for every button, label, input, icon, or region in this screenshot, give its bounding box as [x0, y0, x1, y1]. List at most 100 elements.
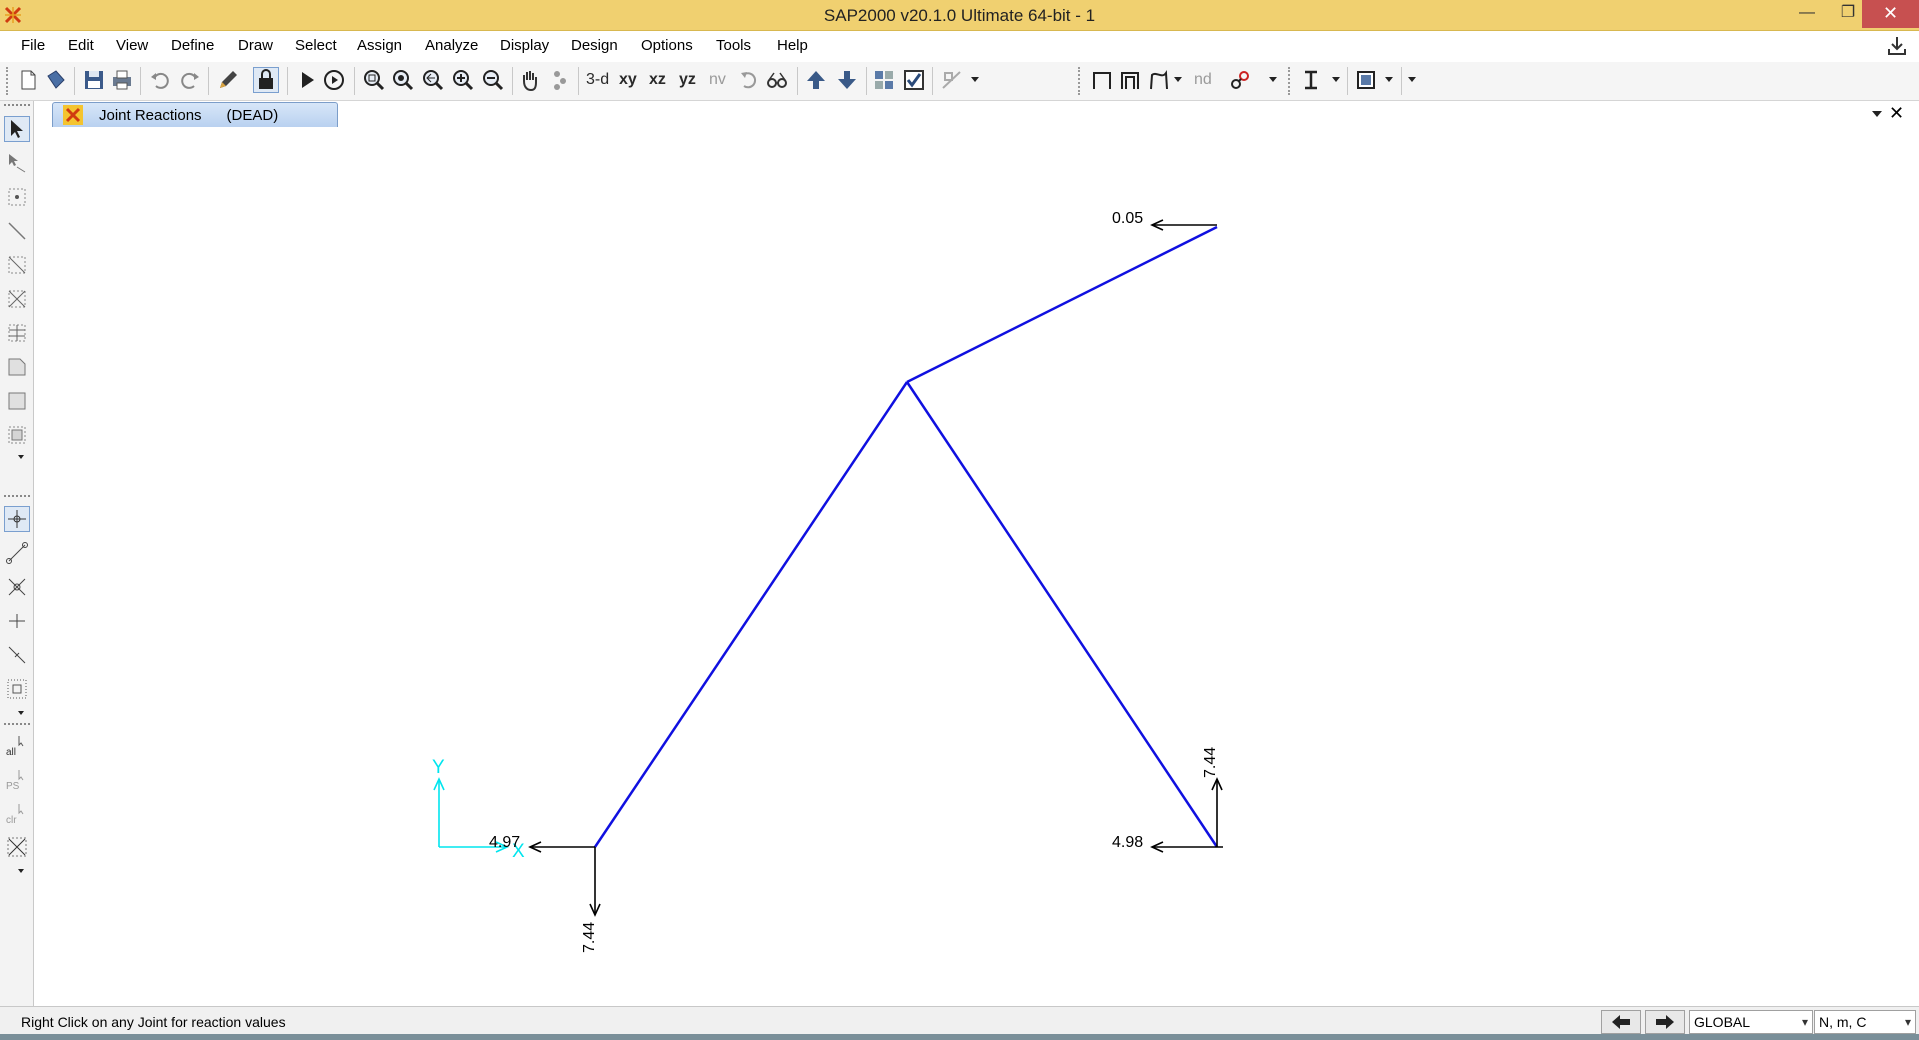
menu-help[interactable]: Help — [777, 37, 808, 54]
show-undeformed-icon[interactable] — [1090, 68, 1114, 92]
view-nv-button[interactable]: nv — [709, 71, 726, 89]
draw-tools-dropdown[interactable] — [18, 455, 24, 459]
edit-pencil-icon[interactable] — [216, 68, 240, 92]
pointer-select-icon[interactable] — [4, 116, 30, 142]
toolbar-grip[interactable] — [4, 495, 30, 497]
minimize-button[interactable]: — — [1787, 0, 1827, 28]
show-forces-dropdown[interactable] — [971, 77, 979, 82]
rotate-view-icon[interactable] — [737, 68, 761, 92]
redo-icon[interactable] — [178, 68, 202, 92]
snap-to-perpendicular-icon[interactable] — [5, 609, 29, 633]
show-forces-icon[interactable] — [940, 68, 964, 92]
snap-to-fine-grid-icon[interactable] — [5, 677, 29, 701]
show-deformed-icon[interactable] — [1118, 68, 1142, 92]
section-cut-icon[interactable] — [1299, 68, 1323, 92]
restore-full-view-icon[interactable] — [391, 68, 415, 92]
menu-analyze[interactable]: Analyze — [425, 37, 478, 54]
rotate-3d-icon[interactable] — [548, 68, 572, 92]
draw-frame-icon[interactable] — [5, 219, 29, 243]
toolbar-grip[interactable] — [6, 67, 11, 95]
frame-top-member[interactable] — [906, 225, 1218, 384]
open-icon[interactable] — [44, 68, 68, 92]
menu-edit[interactable]: Edit — [68, 37, 94, 54]
perspective-icon[interactable] — [765, 68, 789, 92]
window-title: SAP2000 v20.1.0 Ultimate 64-bit - 1 — [823, 6, 1096, 25]
move-down-icon[interactable] — [835, 68, 859, 92]
menu-options[interactable]: Options — [641, 37, 693, 54]
select-all-icon[interactable]: all — [5, 733, 29, 757]
model-view-canvas[interactable]: Y X 4.97 7.44 4.98 7.44 0.05 — [34, 127, 1919, 1006]
menu-draw[interactable]: Draw — [238, 37, 273, 54]
snap-to-lines-icon[interactable] — [5, 643, 29, 667]
select-tools-dropdown[interactable] — [18, 869, 24, 873]
view-yz-button[interactable]: yz — [679, 71, 696, 89]
toolbar-grip[interactable] — [4, 723, 30, 725]
quick-draw-secondary-beams-icon[interactable] — [5, 321, 29, 345]
lock-icon[interactable] — [253, 67, 279, 93]
draw-rectangular-area-icon[interactable] — [5, 389, 29, 413]
undo-icon[interactable] — [148, 68, 172, 92]
tab-joint-reactions[interactable]: Joint Reactions (DEAD) — [52, 102, 338, 127]
previous-select-icon[interactable]: PS — [5, 767, 29, 791]
menu-display[interactable]: Display — [500, 37, 549, 54]
menu-view[interactable]: View — [116, 37, 148, 54]
zoom-in-icon[interactable] — [451, 68, 475, 92]
frame-right-rafter[interactable] — [905, 381, 1219, 848]
view-xz-button[interactable]: xz — [649, 71, 666, 89]
run-animation-icon[interactable] — [322, 68, 346, 92]
zoom-out-icon[interactable] — [481, 68, 505, 92]
snap-to-ends-icon[interactable] — [5, 541, 29, 565]
toolbar-grip[interactable] — [4, 104, 30, 106]
toolbar-grip[interactable] — [1288, 67, 1293, 95]
run-analysis-icon[interactable] — [295, 68, 319, 92]
set-display-options-icon[interactable] — [872, 68, 896, 92]
pan-icon[interactable] — [518, 68, 542, 92]
units-select[interactable]: N, m, C ▾ — [1814, 1010, 1916, 1034]
mode-shape-dropdown[interactable] — [1174, 77, 1182, 82]
snap-to-intersections-icon[interactable] — [5, 575, 29, 599]
menu-design[interactable]: Design — [571, 37, 618, 54]
arrow-right-icon — [1656, 1015, 1674, 1029]
display-table-icon[interactable] — [1354, 68, 1378, 92]
tab-list-dropdown[interactable] — [1872, 111, 1882, 117]
save-icon[interactable] — [82, 68, 106, 92]
print-icon[interactable] — [110, 68, 134, 92]
clear-select-icon[interactable]: clr — [5, 801, 29, 825]
menu-tools[interactable]: Tools — [716, 37, 751, 54]
download-icon[interactable] — [1886, 35, 1908, 57]
frame-left-rafter[interactable] — [593, 381, 909, 848]
draw-poly-area-icon[interactable] — [5, 355, 29, 379]
view-3d-button[interactable]: 3-d — [586, 71, 609, 89]
virtual-work-dropdown[interactable] — [1269, 77, 1277, 82]
reshape-icon[interactable] — [5, 151, 29, 175]
close-button[interactable]: ✕ — [1862, 0, 1919, 28]
section-cut-dropdown[interactable] — [1332, 77, 1340, 82]
show-virtual-work-icon[interactable] — [1228, 68, 1252, 92]
show-nd-button[interactable]: nd — [1194, 71, 1212, 89]
quick-draw-braces-icon[interactable] — [5, 287, 29, 311]
view-xy-button[interactable]: xy — [619, 71, 637, 89]
close-tab-icon[interactable]: ✕ — [1889, 103, 1904, 124]
new-model-icon[interactable] — [16, 68, 40, 92]
menu-select[interactable]: Select — [295, 37, 337, 54]
menu-file[interactable]: File — [21, 37, 45, 54]
previous-button[interactable] — [1601, 1010, 1641, 1034]
intersecting-line-select-icon[interactable] — [5, 835, 29, 859]
toolbar-grip[interactable] — [1078, 67, 1083, 95]
menu-assign[interactable]: Assign — [357, 37, 402, 54]
move-up-icon[interactable] — [804, 68, 828, 92]
quick-draw-area-icon[interactable] — [5, 423, 29, 447]
display-table-dropdown[interactable] — [1385, 77, 1393, 82]
snap-to-points-icon[interactable] — [4, 506, 30, 532]
toolbar-options-dropdown[interactable] — [1408, 77, 1416, 82]
rubber-band-zoom-icon[interactable] — [362, 68, 386, 92]
previous-zoom-icon[interactable] — [421, 68, 445, 92]
menu-define[interactable]: Define — [171, 37, 214, 54]
quick-draw-frame-icon[interactable] — [5, 253, 29, 277]
snap-tools-dropdown[interactable] — [18, 711, 24, 715]
draw-joint-icon[interactable] — [5, 185, 29, 209]
coordinate-system-select[interactable]: GLOBAL ▾ — [1689, 1010, 1813, 1034]
check-model-icon[interactable] — [902, 68, 926, 92]
next-button[interactable] — [1645, 1010, 1685, 1034]
show-mode-shape-icon[interactable] — [1147, 68, 1171, 92]
